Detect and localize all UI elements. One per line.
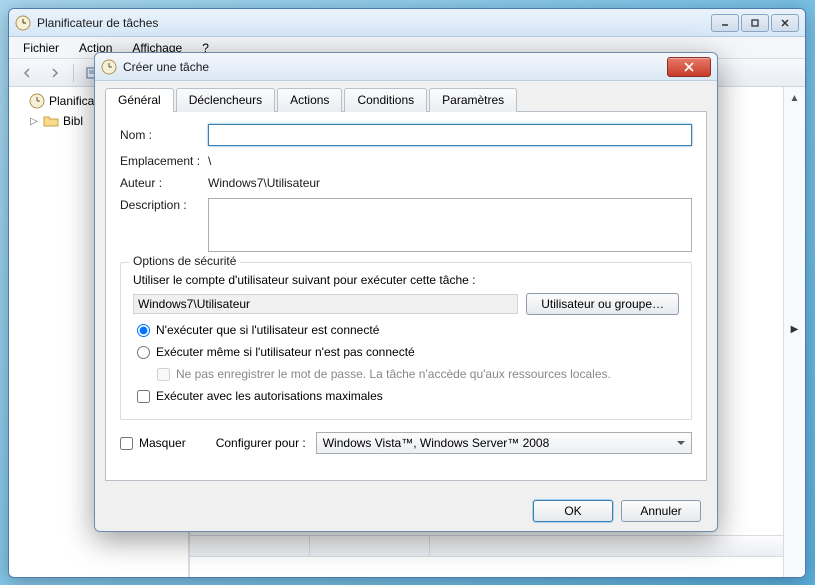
tab-conditions[interactable]: Conditions: [344, 88, 427, 112]
name-input[interactable]: [208, 124, 692, 146]
check-hidden-input[interactable]: [120, 437, 133, 450]
close-button[interactable]: [771, 14, 799, 32]
window-buttons: [711, 14, 799, 32]
configure-for-value: Windows Vista™, Windows Server™ 2008: [323, 436, 550, 450]
check-highest-privileges-input[interactable]: [137, 390, 150, 403]
dialog-title: Créer une tâche: [123, 60, 667, 74]
toolbar-separator: [73, 64, 74, 82]
close-icon: [683, 62, 695, 72]
columns-header: [190, 535, 805, 557]
nav-back-button[interactable]: [15, 62, 39, 84]
account-label: Utiliser le compte d'utilisateur suivant…: [133, 273, 679, 287]
check-no-password: Ne pas enregistrer le mot de passe. La t…: [157, 367, 679, 381]
radio-run-logged-on-input[interactable]: [137, 324, 150, 337]
ok-button[interactable]: OK: [533, 500, 613, 522]
expand-icon[interactable]: ▷: [29, 116, 39, 127]
create-task-dialog: Créer une tâche Général Déclencheurs Act…: [94, 52, 718, 532]
location-value: \: [208, 154, 692, 168]
minimize-button[interactable]: [711, 14, 739, 32]
configure-for-label: Configurer pour :: [216, 436, 306, 450]
tab-triggers[interactable]: Déclencheurs: [176, 88, 275, 112]
configure-for-select[interactable]: Windows Vista™, Windows Server™ 2008: [316, 432, 692, 454]
security-legend: Options de sécurité: [129, 254, 240, 268]
actions-pane-collapsed: ▲ ▶: [783, 87, 805, 577]
check-hidden-label: Masquer: [139, 436, 186, 450]
security-options-group: Options de sécurité Utiliser le compte d…: [120, 262, 692, 420]
radio-run-not-logged-label: Exécuter même si l'utilisateur n'est pas…: [156, 345, 415, 359]
check-highest-privileges[interactable]: Exécuter avec les autorisations maximale…: [137, 389, 679, 403]
check-highest-privileges-label: Exécuter avec les autorisations maximale…: [156, 389, 383, 403]
check-hidden[interactable]: Masquer: [120, 436, 186, 450]
main-window-title: Planificateur de tâches: [37, 16, 711, 30]
description-input[interactable]: [208, 198, 692, 252]
description-label: Description :: [120, 198, 208, 212]
check-no-password-input: [157, 368, 170, 381]
collapse-arrow-icon[interactable]: ▲: [790, 93, 800, 104]
clock-icon: [29, 93, 45, 109]
maximize-button[interactable]: [741, 14, 769, 32]
tree-library-label: Bibl: [63, 114, 83, 128]
col-1[interactable]: [190, 536, 310, 556]
main-titlebar: Planificateur de tâches: [9, 9, 805, 37]
author-label: Auteur :: [120, 176, 208, 190]
col-2[interactable]: [310, 536, 430, 556]
expand-arrow-icon[interactable]: ▶: [791, 324, 799, 335]
nav-forward-button[interactable]: [43, 62, 67, 84]
radio-run-not-logged[interactable]: Exécuter même si l'utilisateur n'est pas…: [137, 345, 679, 359]
radio-run-logged-on[interactable]: N'exécuter que si l'utilisateur est conn…: [137, 323, 679, 337]
tab-general[interactable]: Général: [105, 88, 174, 112]
account-value: Windows7\Utilisateur: [133, 294, 518, 314]
radio-run-not-logged-input[interactable]: [137, 346, 150, 359]
tab-settings[interactable]: Paramètres: [429, 88, 517, 112]
name-label: Nom :: [120, 128, 208, 142]
dialog-footer: OK Annuler: [95, 491, 717, 531]
tabbar: Général Déclencheurs Actions Conditions …: [95, 81, 717, 111]
tab-panel-general: Nom : Emplacement : \ Auteur : Windows7\…: [105, 111, 707, 481]
clock-icon: [101, 59, 117, 75]
cancel-button[interactable]: Annuler: [621, 500, 701, 522]
dialog-close-button[interactable]: [667, 57, 711, 77]
dialog-titlebar: Créer une tâche: [95, 53, 717, 81]
change-user-button[interactable]: Utilisateur ou groupe…: [526, 293, 679, 315]
clock-icon: [15, 15, 31, 31]
check-no-password-label: Ne pas enregistrer le mot de passe. La t…: [176, 367, 611, 381]
tab-actions[interactable]: Actions: [277, 88, 342, 112]
radio-run-logged-on-label: N'exécuter que si l'utilisateur est conn…: [156, 323, 379, 337]
menu-file[interactable]: Fichier: [15, 39, 67, 57]
location-label: Emplacement :: [120, 154, 208, 168]
folder-icon: [43, 113, 59, 129]
author-value: Windows7\Utilisateur: [208, 176, 692, 190]
